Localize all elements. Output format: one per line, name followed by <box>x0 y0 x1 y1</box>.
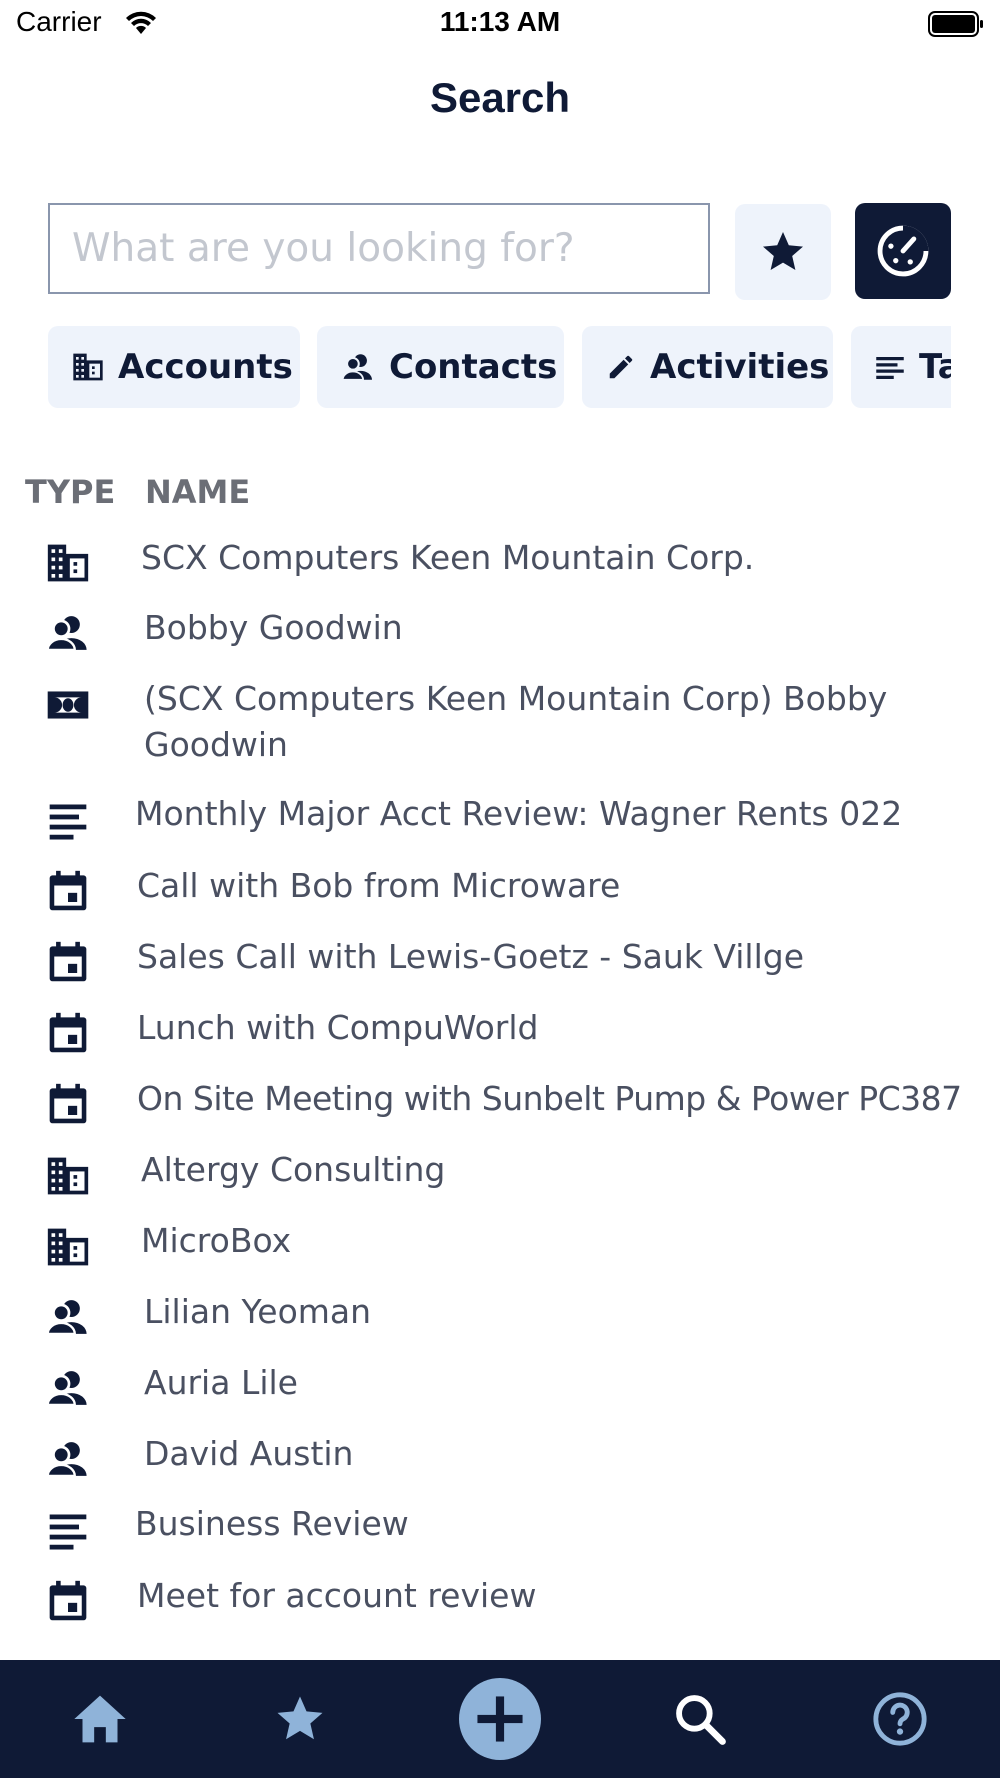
calendar-icon <box>49 1083 87 1124</box>
filter-chip-activities[interactable]: Activities <box>582 326 833 408</box>
filter-chip-label: Activities <box>650 347 830 387</box>
tab-search[interactable] <box>640 1660 760 1778</box>
calendar-icon <box>49 941 87 982</box>
calendar-icon <box>49 870 87 911</box>
result-row[interactable]: SCX Computers Keen Mountain Corp. <box>0 528 1000 590</box>
building-icon <box>47 1228 89 1266</box>
filter-chip-label: Contacts <box>389 347 558 387</box>
home-icon <box>74 1695 126 1743</box>
tab-favorites[interactable] <box>240 1660 360 1778</box>
result-name: MicroBox <box>141 1221 292 1260</box>
contacts-icon <box>46 1300 87 1336</box>
calendar-icon <box>49 1580 87 1621</box>
star-icon <box>277 1696 323 1740</box>
result-name: Auria Lile <box>144 1363 298 1402</box>
tab-add[interactable] <box>440 1660 560 1778</box>
result-name: Business Review <box>135 1504 409 1543</box>
result-name: (SCX Computers Keen Mountain Corp) Bobby… <box>144 679 888 764</box>
result-name: Meet for account review <box>137 1576 537 1615</box>
money-icon <box>47 691 89 719</box>
clock: 11:13 AM <box>439 6 561 37</box>
help-icon <box>873 1692 927 1746</box>
result-name: On Site Meeting with Sunbelt Pump & Powe… <box>137 1079 962 1118</box>
result-row[interactable]: Altergy Consulting <box>0 1141 1000 1203</box>
result-name: SCX Computers Keen Mountain Corp. <box>141 538 755 577</box>
contacts-icon <box>46 616 87 652</box>
filter-chip-accounts[interactable]: Accounts <box>48 326 300 408</box>
result-row[interactable]: MicroBox <box>0 1212 1000 1274</box>
result-row[interactable]: David Austin <box>0 1425 1000 1487</box>
filter-chip-tasks[interactable]: Tasks <box>851 326 951 408</box>
filter-chip-row: Accounts Contacts Activities Tasks <box>48 326 951 408</box>
building-icon <box>47 1157 89 1195</box>
calendar-icon <box>49 1012 87 1053</box>
bottom-tab-bar <box>0 1660 1000 1778</box>
tab-home[interactable] <box>40 1660 160 1778</box>
filter-chip-contacts[interactable]: Contacts <box>317 326 564 408</box>
recent-searches-button[interactable] <box>855 203 951 299</box>
result-name: Call with Bob from Microware <box>137 866 621 905</box>
result-row[interactable]: On Site Meeting with Sunbelt Pump & Powe… <box>0 1070 1000 1132</box>
result-row[interactable]: Bobby Goodwin <box>0 599 1000 661</box>
result-row[interactable]: Lunch with CompuWorld <box>0 999 1000 1061</box>
column-header-type: TYPE <box>25 473 116 511</box>
result-row[interactable]: (SCX Computers Keen Mountain Corp) Bobby… <box>0 670 1000 770</box>
page-title: Search <box>429 74 571 121</box>
tab-help[interactable] <box>840 1660 960 1778</box>
result-row[interactable]: Auria Lile <box>0 1354 1000 1416</box>
pencil-icon <box>609 355 633 379</box>
filter-chip-label: Accounts <box>118 347 293 387</box>
history-dial-icon <box>877 225 929 277</box>
building-icon <box>47 544 89 582</box>
favorites-button[interactable] <box>735 204 831 300</box>
battery-icon <box>928 11 983 37</box>
result-row[interactable]: Business Review <box>0 1496 1000 1558</box>
search-input[interactable] <box>48 203 710 294</box>
column-header-name: NAME <box>145 473 251 511</box>
result-row[interactable]: Meet for account review <box>0 1567 1000 1629</box>
result-name: Lilian Yeoman <box>144 1292 372 1331</box>
contacts-icon <box>46 1371 87 1407</box>
result-name: Lunch with CompuWorld <box>137 1008 539 1047</box>
lines-icon <box>49 1514 87 1550</box>
result-name: Altergy Consulting <box>141 1150 446 1189</box>
lines-icon <box>49 804 87 840</box>
result-row[interactable]: Monthly Major Acct Review: Wagner Rents … <box>0 786 1000 848</box>
result-name: Monthly Major Acct Review: Wagner Rents … <box>135 794 903 833</box>
result-name: Bobby Goodwin <box>144 608 403 647</box>
result-row[interactable]: Lilian Yeoman <box>0 1283 1000 1345</box>
search-icon <box>676 1695 726 1745</box>
lines-icon <box>876 357 904 379</box>
building-icon <box>73 353 103 381</box>
contacts-icon <box>341 354 372 381</box>
filter-chip-label: Tasks <box>919 347 951 387</box>
plus-icon <box>459 1678 541 1760</box>
result-name: David Austin <box>144 1434 354 1473</box>
result-row[interactable]: Call with Bob from Microware <box>0 857 1000 919</box>
result-row[interactable]: Sales Call with Lewis-Goetz - Sauk Villg… <box>0 928 1000 990</box>
contacts-icon <box>46 1442 87 1478</box>
star-icon <box>763 232 803 270</box>
result-name: Sales Call with Lewis-Goetz - Sauk Villg… <box>137 937 804 976</box>
